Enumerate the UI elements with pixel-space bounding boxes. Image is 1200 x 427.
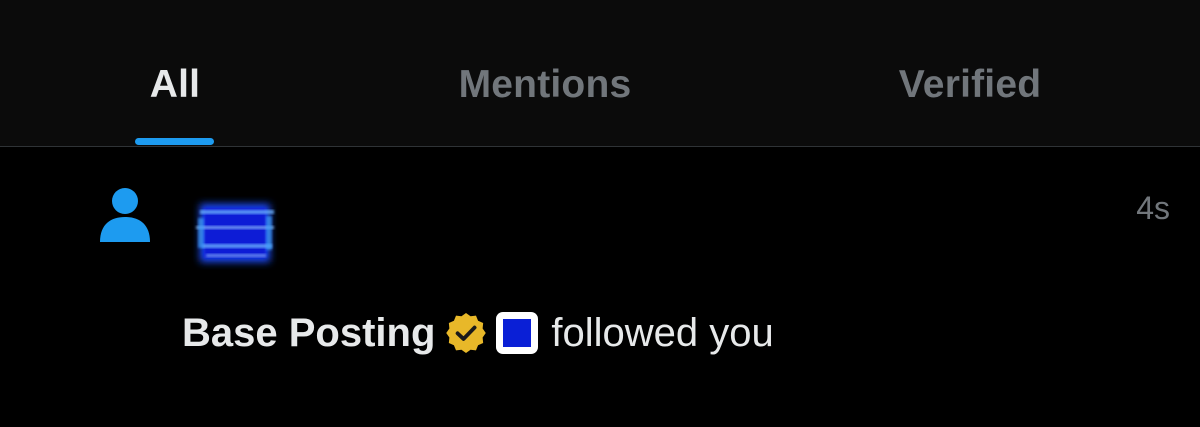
avatar[interactable]	[190, 196, 280, 270]
notifications-tab-bar: All Mentions Verified	[0, 0, 1200, 146]
tab-all-label: All	[149, 63, 201, 106]
active-tab-indicator	[135, 138, 214, 145]
notification-timestamp: 4s	[1136, 190, 1170, 226]
follow-notification[interactable]	[0, 147, 1200, 427]
notification-text: Base Posting followed you	[182, 308, 774, 358]
notification-action-text: followed you	[551, 311, 774, 355]
person-icon	[100, 188, 150, 242]
blue-square-emoji-icon	[496, 312, 539, 354]
user-name-link[interactable]: Base Posting	[182, 308, 435, 358]
tab-mentions[interactable]: Mentions	[395, 0, 695, 146]
tab-verified-label: Verified	[898, 63, 1042, 106]
tab-verified[interactable]: Verified	[820, 0, 1120, 146]
verified-badge-icon	[446, 313, 487, 353]
tab-all[interactable]: All	[100, 0, 250, 146]
tab-mentions-label: Mentions	[458, 63, 632, 106]
